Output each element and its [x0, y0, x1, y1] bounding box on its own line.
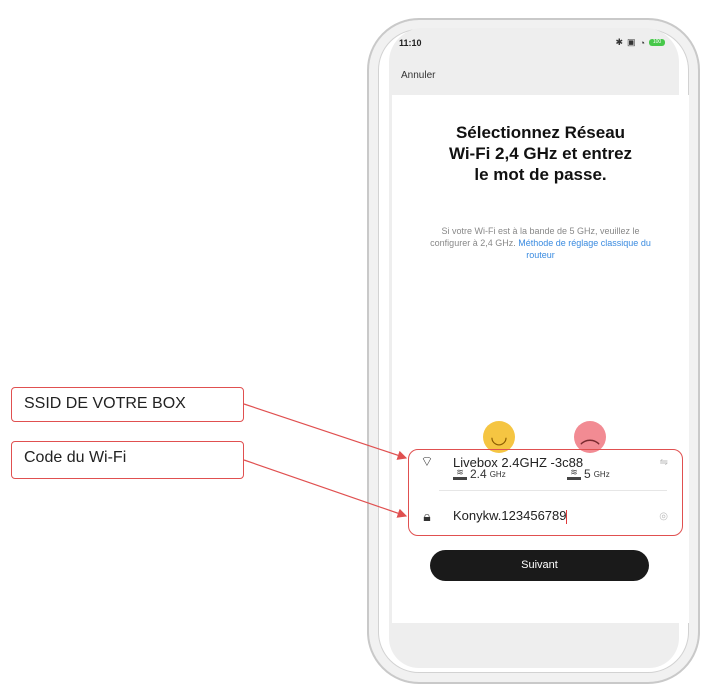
code-arrow — [243, 459, 408, 518]
callout-arrows — [243, 403, 408, 518]
ssid-arrow — [243, 403, 408, 460]
